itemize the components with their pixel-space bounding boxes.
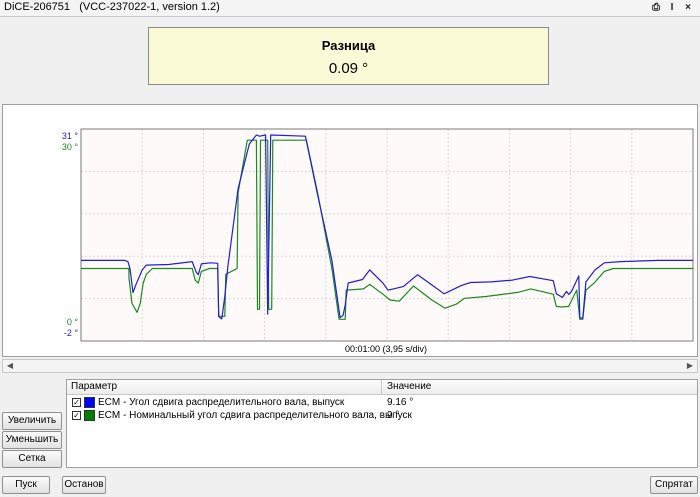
chart-panel: 31 ° 30 ° 0 ° -2 ° 00:01:00 (3,95 s/div) bbox=[2, 104, 698, 357]
start-button[interactable]: Пуск bbox=[2, 476, 50, 494]
x-axis-label: 00:01:00 (3,95 s/div) bbox=[345, 344, 427, 354]
chart-scrollbar[interactable]: ◀ ▶ bbox=[2, 359, 698, 373]
parameter-name: ECM - Номинальный угол сдвига распредели… bbox=[98, 410, 412, 421]
column-header-parameter[interactable]: Параметр bbox=[71, 381, 117, 392]
difference-value: 0.09 ° bbox=[328, 60, 369, 77]
grid-button[interactable]: Сетка bbox=[2, 450, 62, 468]
window-title: DiCE-206751 (VCC-237022-1, version 1.2) bbox=[4, 1, 220, 13]
stop-button[interactable]: Останов bbox=[62, 476, 106, 494]
difference-label: Разница bbox=[321, 38, 376, 53]
info-icon[interactable]: I bbox=[666, 1, 678, 13]
zoom-in-button[interactable]: Увеличить bbox=[2, 412, 62, 430]
chart-grid bbox=[81, 129, 693, 341]
y-tick-blue-bottom: -2 ° bbox=[64, 328, 79, 338]
scroll-right-icon[interactable]: ▶ bbox=[684, 361, 696, 371]
parameter-name: ECM - Угол сдвига распределительного вал… bbox=[98, 397, 345, 408]
difference-box: Разница 0.09 ° bbox=[148, 27, 549, 85]
scroll-left-icon[interactable]: ◀ bbox=[4, 361, 16, 371]
column-header-value[interactable]: Значение bbox=[387, 381, 431, 392]
y-tick-blue-top: 31 ° bbox=[62, 131, 79, 141]
table-row[interactable]: ✓ ECM - Номинальный угол сдвига распреде… bbox=[67, 409, 697, 423]
close-icon[interactable]: × bbox=[682, 1, 694, 13]
row-checkbox[interactable]: ✓ bbox=[72, 411, 81, 420]
row-checkbox[interactable]: ✓ bbox=[72, 398, 81, 407]
series-color-swatch bbox=[84, 397, 95, 408]
line-chart: 31 ° 30 ° 0 ° -2 ° 00:01:00 (3,95 s/div) bbox=[62, 128, 694, 354]
hide-button[interactable]: Спрятат bbox=[650, 476, 698, 494]
table-row[interactable]: ✓ ECM - Угол сдвига распределительного в… bbox=[67, 396, 697, 410]
table-header: Параметр Значение bbox=[67, 380, 697, 395]
zoom-out-button[interactable]: Уменьшить bbox=[2, 431, 62, 449]
title-bar: DiCE-206751 (VCC-237022-1, version 1.2) … bbox=[0, 0, 700, 17]
printer-icon[interactable]: ⎙ bbox=[650, 1, 662, 13]
app-name: DiCE-206751 bbox=[4, 1, 71, 13]
y-tick-green-bottom: 0 ° bbox=[67, 317, 79, 327]
y-tick-green-top: 30 ° bbox=[62, 142, 79, 152]
parameter-table: Параметр Значение ✓ ECM - Угол сдвига ра… bbox=[66, 379, 698, 468]
parameter-value: 9.16 ° bbox=[387, 397, 414, 408]
parameter-value: 9 ° bbox=[387, 410, 400, 421]
app-version: (VCC-237022-1, version 1.2) bbox=[79, 1, 220, 13]
series-color-swatch bbox=[84, 410, 95, 421]
